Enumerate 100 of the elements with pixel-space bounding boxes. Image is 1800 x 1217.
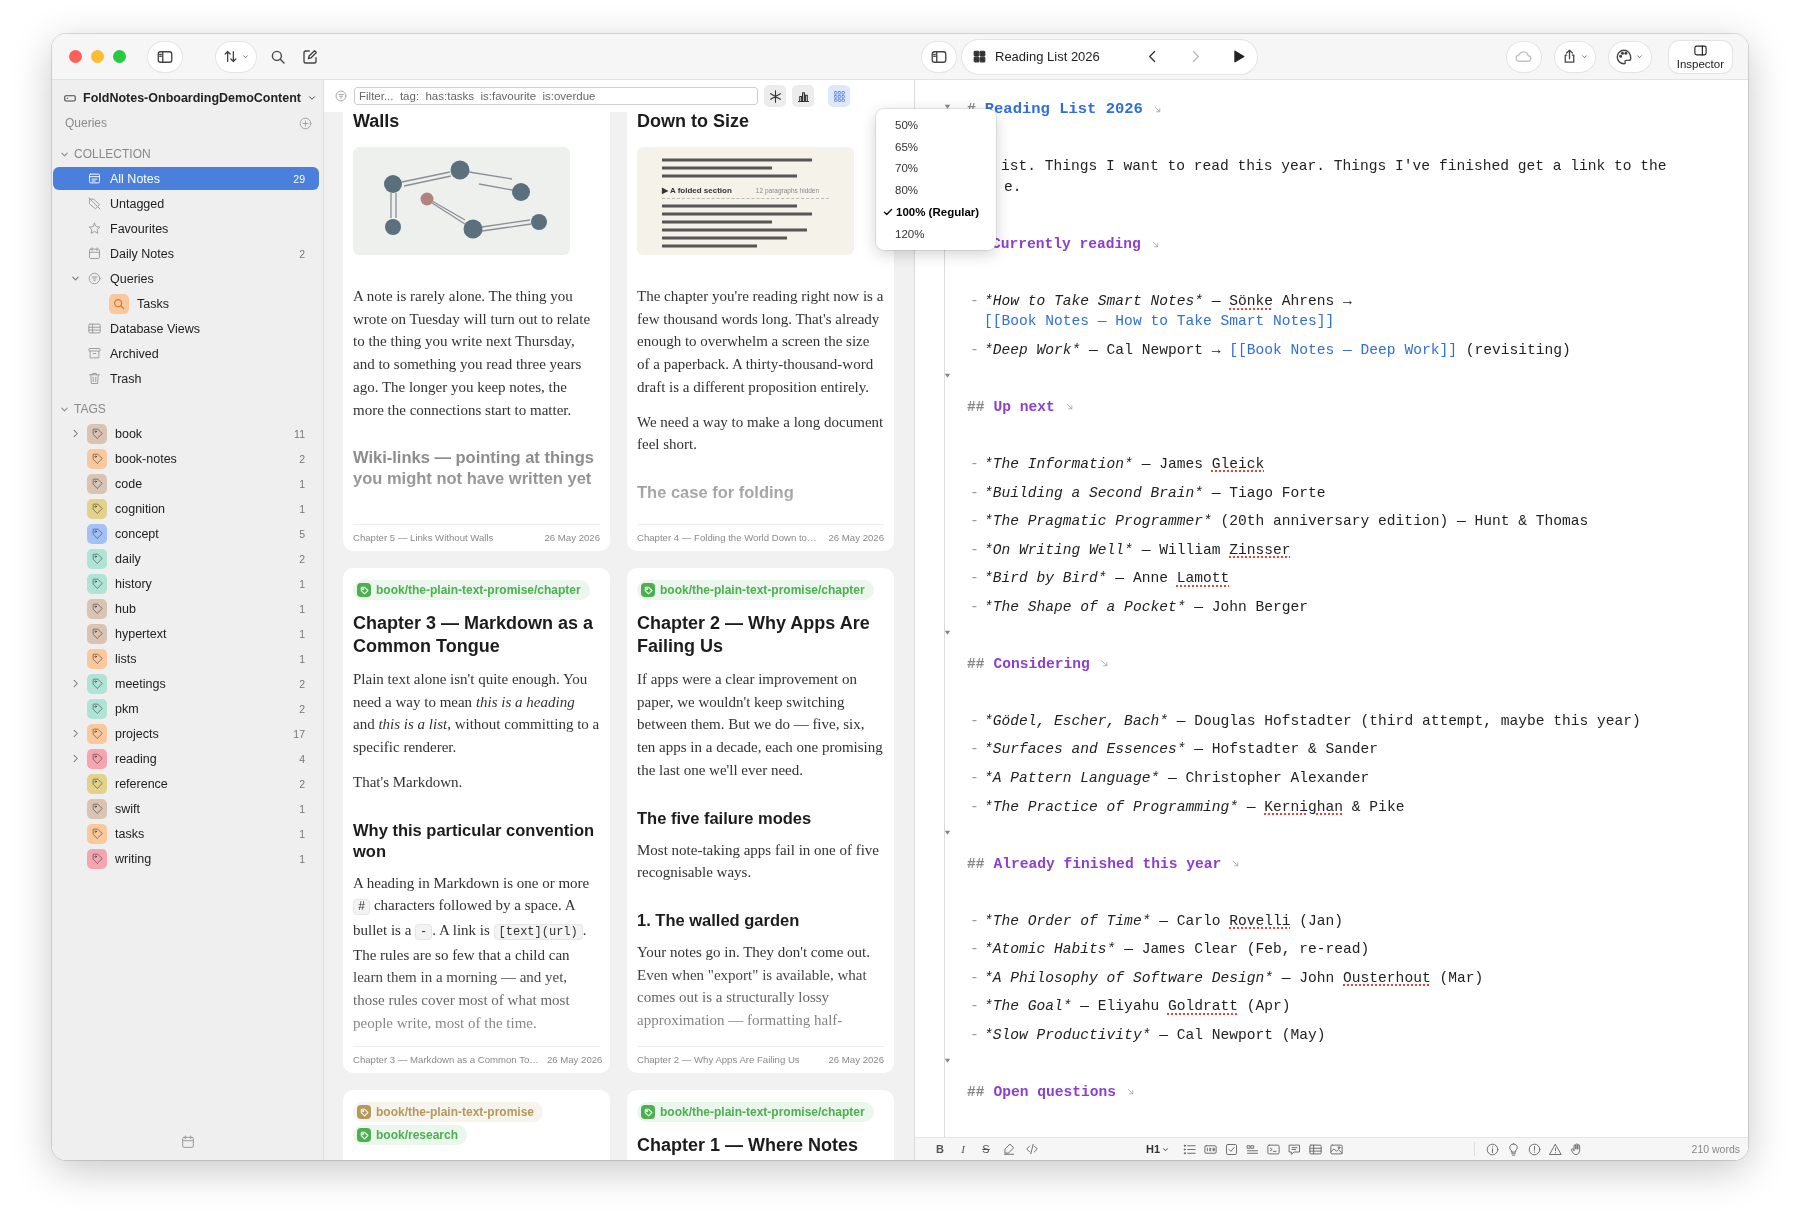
library-name[interactable]: FoldNotes-OnboardingDemoContent <box>83 91 302 105</box>
sidebar-item[interactable]: code 1 <box>53 472 319 495</box>
count-label: 2 <box>299 552 305 565</box>
menu-item[interactable]: 65% <box>876 135 996 158</box>
calendar-icon[interactable] <box>179 1134 196 1150</box>
sidebar-item[interactable]: Archived <box>53 342 319 365</box>
list-item-text: *Surfaces and Essences* — Hofstadter & Sander <box>984 740 1380 760</box>
all-notes-button[interactable] <box>764 85 786 107</box>
word-count: 210 words <box>1691 1143 1740 1155</box>
sidebar-item[interactable]: daily 2 <box>53 547 319 570</box>
graph-edge <box>481 219 531 228</box>
checkbox-icon <box>1223 1141 1239 1157</box>
sidebar-item[interactable]: Untagged <box>53 192 319 215</box>
disclosure-icon[interactable] <box>69 273 81 284</box>
section-heading: 1. The walled garden <box>637 909 801 931</box>
paragraph: Your notes go in. They don't come out. Even when "export" is available, what comes out is a structurally lossy approximation — formatting half- <box>637 942 871 1031</box>
sidebar-item[interactable]: reference 2 <box>53 772 319 795</box>
list-item-text: *A Philosophy of Software Design* — John Ousterhout (Mar) <box>984 968 1485 988</box>
graph-edge <box>481 223 532 232</box>
heading-picker[interactable]: H1 <box>1146 1140 1171 1158</box>
sidebar-item[interactable]: tasks 1 <box>53 822 319 845</box>
strikethrough-button[interactable]: S <box>977 1140 995 1158</box>
note-subtitle: Chapter 2 — Why Apps Are Failing Us <box>637 1054 800 1067</box>
stats-button[interactable] <box>792 85 814 107</box>
close-button[interactable] <box>69 50 82 63</box>
list-item-text: *Gödel, Escher, Bach* — Douglas Hofstadter (third attempt, maybe this year) <box>984 711 1642 731</box>
menu-item[interactable]: 50% <box>876 114 996 136</box>
sidebar-item[interactable]: reading 4 <box>53 747 319 770</box>
theme-button[interactable] <box>1608 41 1651 72</box>
note-subtitle: Chapter 4 — Folding the World Down to… <box>637 532 817 545</box>
sidebar-item[interactable]: writing 1 <box>53 847 319 870</box>
sidebar-item[interactable]: Daily Notes 2 <box>53 242 319 265</box>
section-heading: Wiki-links — pointing at things you might not have written yet <box>353 447 595 490</box>
notes-icon <box>87 171 102 186</box>
sidebar-item[interactable]: hypertext 1 <box>53 622 319 645</box>
sidebar-item[interactable]: All Notes 29 <box>53 167 319 190</box>
add-icon[interactable] <box>298 115 313 131</box>
menu-item[interactable]: 120% <box>876 223 996 245</box>
sidebar-item[interactable]: Trash <box>53 367 319 390</box>
bold-button[interactable]: B <box>931 1140 949 1158</box>
list-item-text: *The Shape of a Pocket* — John Berger <box>984 597 1310 617</box>
list-item-text: *The Information* — James Gleick <box>984 454 1266 474</box>
note-card[interactable] <box>343 112 610 551</box>
sidebar-item[interactable]: book 11 <box>53 422 319 445</box>
note-card[interactable] <box>627 568 894 1073</box>
grid-view-button[interactable] <box>828 85 850 107</box>
count-label: 1 <box>299 602 305 615</box>
wiki-link[interactable]: [[Book Notes — How to Take Smart Notes]] <box>984 313 1335 330</box>
note-card[interactable] <box>343 568 610 1073</box>
inspector-button[interactable]: Inspector <box>1668 40 1732 73</box>
sidebar-item[interactable]: Favourites <box>53 217 319 240</box>
section-label: Queries <box>65 116 109 130</box>
zoom-button[interactable] <box>113 50 126 63</box>
count-label: 29 <box>293 172 305 185</box>
note-card[interactable] <box>627 112 894 551</box>
count-label: 17 <box>293 727 305 740</box>
list-item-text: *The Pragmatic Programmer* (20th anniversary edition) — Hunt & Thomas <box>984 512 1590 532</box>
sidebar-toggle-button[interactable] <box>922 41 956 72</box>
untagged-icon <box>87 196 102 211</box>
document-title: Reading List 2026 <box>995 49 1101 64</box>
list-item-text: *A Pattern Language* — Christopher Alexander <box>984 769 1371 789</box>
folded-section-label: ▶ A folded section <box>662 186 732 195</box>
list-marker: - <box>970 769 980 789</box>
sidebar-item[interactable]: meetings 2 <box>53 672 319 695</box>
list-item-text: *On Writing Well* — William Zinsser <box>984 540 1292 560</box>
paragraph: A heading in Markdown is one or more # characters followed by a space. A bullet is a - . A link is [text](url) . The rules are so few that a child can learn them in a morning — and yet, those rules cover most of what most people write, most of the time. <box>353 873 591 1033</box>
sidebar-item[interactable]: Tasks <box>53 292 319 315</box>
share-button[interactable] <box>1554 41 1595 72</box>
filter-field[interactable]: Filter... tag: has:tasks is:favourite is:overdue <box>354 87 758 105</box>
note-card[interactable]: book/the-plain-text-promise/chapter Chapter 1 — Where Notes <box>627 1090 894 1160</box>
sidebar-item[interactable]: lists 1 <box>53 647 319 670</box>
sidebar-item[interactable]: history 1 <box>53 572 319 595</box>
menu-item[interactable]: 80% <box>876 179 996 202</box>
sidebar-item[interactable]: projects 17 <box>53 722 319 745</box>
count-label: 1 <box>299 652 305 665</box>
sidebar-item[interactable]: hub 1 <box>53 597 319 620</box>
sidebar-item[interactable]: cognition 1 <box>53 497 319 520</box>
sidebar-item[interactable]: swift 1 <box>53 797 319 820</box>
sidebar-toggle-button[interactable] <box>148 41 182 72</box>
warning-icon <box>1547 1141 1563 1157</box>
graph-node <box>512 183 530 201</box>
list-item-text: *Building a Second Brain* — Tiago Forte <box>984 483 1327 503</box>
sidebar-item[interactable]: pkm 2 <box>53 697 319 720</box>
sidebar-item[interactable]: Database Views <box>53 317 319 340</box>
chevron-icon[interactable] <box>307 93 318 103</box>
list-marker: - <box>970 711 980 731</box>
sidebar-item[interactable]: book-notes 2 <box>53 447 319 470</box>
wiki-link[interactable]: [[Book Notes — Deep Work]] <box>1229 341 1457 358</box>
sort-button[interactable] <box>216 41 256 72</box>
italic-button[interactable]: I <box>954 1140 972 1158</box>
count-label: 1 <box>299 477 305 490</box>
sidebar-item[interactable]: concept 5 <box>53 522 319 545</box>
graph-edge <box>395 192 397 219</box>
menu-item[interactable]: 70% <box>876 157 996 180</box>
sidebar-item[interactable]: Queries <box>53 267 319 290</box>
menu-item[interactable]: 100% (Regular) <box>876 201 996 223</box>
note-subtitle: Chapter 5 — Links Without Walls <box>353 532 494 545</box>
list-marker: - <box>970 597 980 617</box>
list-item-text: *How to Take Smart Notes* — Sönke Ahrens → [[Book Notes — How to Take Smart Notes]] <box>984 292 1353 332</box>
image-icon <box>1328 1141 1344 1157</box>
